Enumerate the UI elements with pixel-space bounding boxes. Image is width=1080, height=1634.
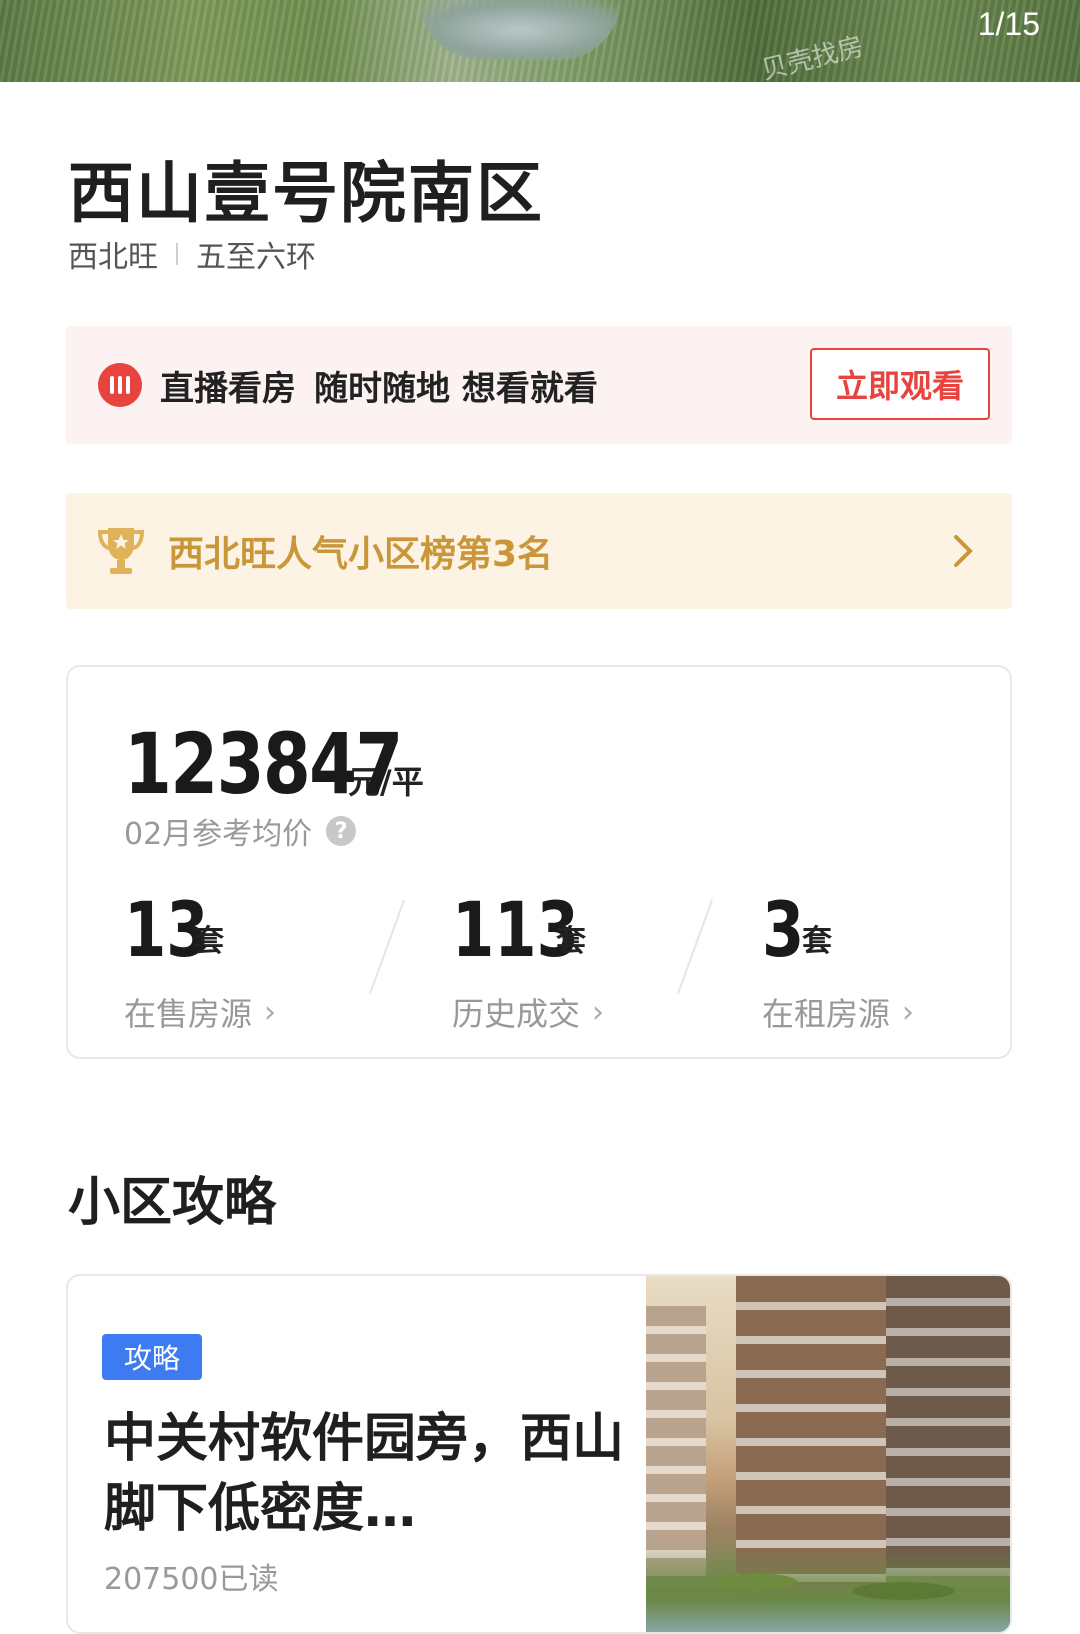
stat-label: 在租房源 ›: [762, 989, 914, 1035]
read-count: 207500已读: [104, 1562, 279, 1597]
hero-pond: [420, 0, 620, 60]
chevron-right-icon: ›: [264, 994, 277, 1030]
article-thumbnail: [646, 1276, 1010, 1632]
community-title: 西山壹号院南区: [68, 155, 544, 232]
hero-photo[interactable]: 贝壳找房 1/15: [0, 0, 1080, 82]
chevron-right-icon: [954, 535, 973, 567]
chevron-right-icon: ›: [902, 994, 915, 1030]
stat-label: 历史成交 ›: [452, 989, 604, 1035]
stat-label: 在售房源 ›: [124, 989, 276, 1035]
chevron-right-icon: ›: [592, 994, 605, 1030]
stat-unit: 套: [556, 924, 586, 959]
divider: [676, 899, 714, 995]
stat-unit: 套: [194, 924, 224, 959]
location-row: 西北旺 五至六环: [68, 232, 316, 276]
live-tour-banner[interactable]: 直播看房 随时随地 想看就看 立即观看: [66, 326, 1012, 444]
guide-article-card[interactable]: 攻略 中关村软件园旁，西山脚下低密度… 207500已读: [66, 1274, 1012, 1634]
price-value: 123847: [124, 715, 403, 813]
stat-label-text: 在租房源: [762, 995, 891, 1033]
ranking-banner[interactable]: 西北旺人气小区榜第3名: [66, 493, 1012, 609]
price-label-text: 02月参考均价: [124, 817, 313, 852]
price-stats-card: 123847 元/平 02月参考均价 ? 13 套 在售房源 › 113 套 历…: [66, 665, 1012, 1059]
stat-unit: 套: [802, 924, 832, 959]
trophy-icon: [97, 528, 145, 574]
guide-tag: 攻略: [102, 1334, 202, 1380]
stat-on-sale[interactable]: 13 套 在售房源 ›: [124, 885, 276, 1033]
building-right: [886, 1276, 1010, 1576]
article-headline: 中关村软件园旁，西山脚下低密度…: [104, 1409, 625, 1539]
price-label: 02月参考均价 ?: [124, 809, 357, 853]
divider: [176, 243, 178, 265]
stat-label-text: 历史成交: [452, 995, 581, 1033]
stat-label-text: 在售房源: [124, 995, 253, 1033]
average-price: 123847 元/平: [124, 715, 424, 813]
live-icon: [98, 363, 142, 407]
ranking-text: 西北旺人气小区榜第3名: [168, 534, 554, 575]
help-icon[interactable]: ?: [326, 816, 357, 846]
stat-value: 3: [762, 885, 805, 974]
divider: [368, 899, 406, 995]
live-title: 直播看房: [160, 368, 296, 409]
watch-now-button[interactable]: 立即观看: [810, 348, 990, 420]
garden-trees: [646, 1546, 1010, 1632]
stat-for-rent[interactable]: 3 套 在租房源 ›: [762, 885, 914, 1033]
stat-history-deals[interactable]: 113 套 历史成交 ›: [452, 885, 611, 1033]
ring-label: 五至六环: [196, 240, 316, 275]
section-title: 小区攻略: [68, 1173, 277, 1233]
area-label: 西北旺: [68, 240, 158, 275]
live-subtitle: 随时随地 想看就看: [314, 368, 598, 409]
building-left: [646, 1306, 706, 1576]
photo-counter: 1/15: [977, 6, 1040, 42]
